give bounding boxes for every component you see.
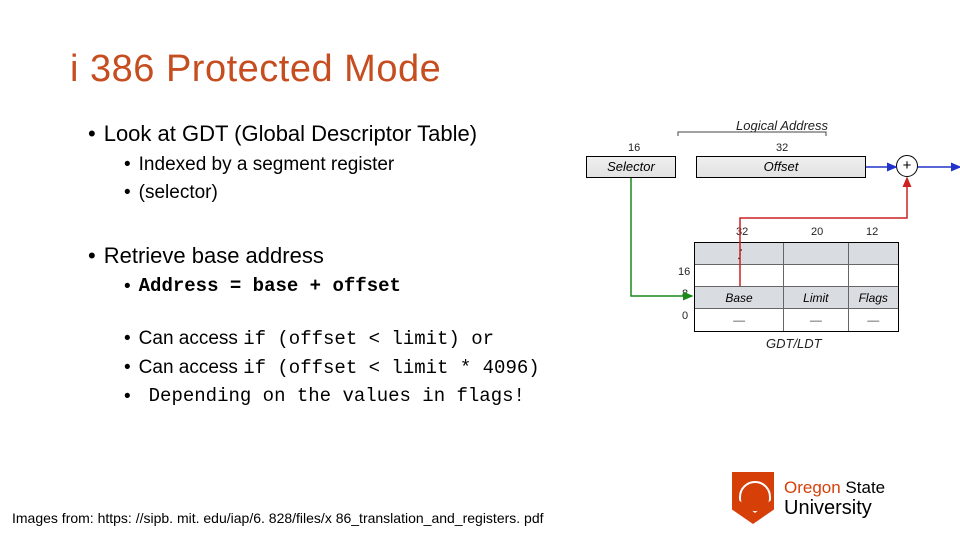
selector-box: Selector — [586, 156, 676, 178]
row-idx-8: 8 — [682, 288, 688, 300]
adder-icon: + — [896, 155, 918, 177]
gdt-row-header: Base Limit Flags — [695, 287, 898, 309]
bits-32: 32 — [776, 142, 788, 154]
osu-shield-icon — [732, 472, 774, 524]
row-idx-0: 0 — [682, 310, 688, 322]
gdt-row-0: — — — — [695, 309, 898, 331]
osu-logo-text: Oregon State University — [784, 479, 885, 518]
oregon-state-logo: Oregon State University — [732, 466, 942, 530]
col-bits-limit: 20 — [811, 226, 823, 238]
bits-16: 16 — [628, 142, 640, 154]
image-citation: Images from: https: //sipb. mit. edu/iap… — [12, 510, 544, 526]
row-idx-16: 16 — [678, 266, 690, 278]
gdt-ldt-label: GDT/LDT — [766, 336, 822, 351]
gdt-row-16 — [695, 265, 898, 287]
slide-title: i 386 Protected Mode — [70, 48, 890, 91]
col-bits-flags: 12 — [866, 226, 878, 238]
gdt-table: ⋮ Base Limit Flags — — — — [694, 242, 899, 332]
logical-address-label: Logical Address — [736, 118, 828, 133]
gdt-row-dots: ⋮ — [695, 243, 898, 265]
col-bits-base: 32 — [736, 226, 748, 238]
address-translation-diagram: Logical Address 16 32 Selector Offset + … — [566, 118, 960, 408]
offset-box: Offset — [696, 156, 866, 178]
